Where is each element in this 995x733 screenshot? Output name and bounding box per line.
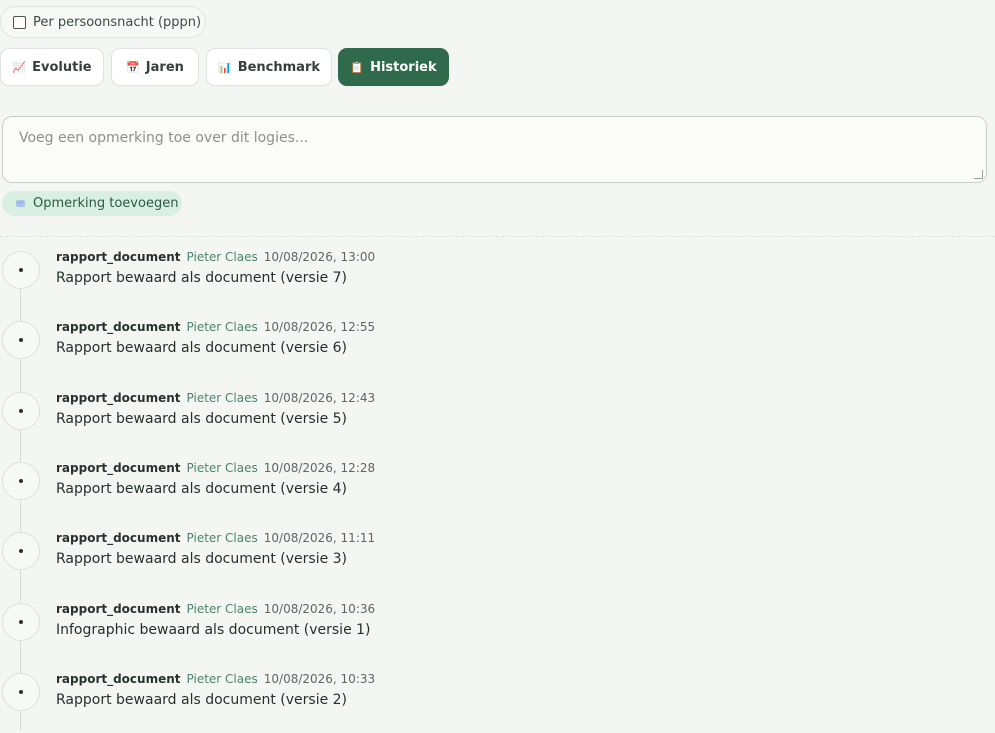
- timeline-dot-icon: [2, 251, 40, 289]
- entry-message: Infographic bewaard als document (versie…: [56, 622, 371, 638]
- entry-time: 10/08/2026, 12:55: [263, 320, 376, 334]
- tab-label: Historiek: [370, 59, 437, 75]
- entry-type: rapport_document: [56, 461, 181, 475]
- entry-type: rapport_document: [56, 250, 181, 264]
- pppn-checkbox[interactable]: [13, 15, 26, 29]
- comment-input[interactable]: Voeg een opmerking toe over dit logies..…: [2, 116, 987, 183]
- timeline-dot-icon: [2, 673, 40, 711]
- pppn-toggle[interactable]: Per persoonsnacht (pppn): [0, 6, 206, 38]
- history-entry: rapport_document Pieter Claes 10/08/2026, …: [0, 390, 995, 452]
- history-entry: rapport_document Pieter Claes 10/08/2026, …: [0, 671, 995, 733]
- chart-up-icon: 📈: [12, 60, 27, 74]
- entry-message: Rapport bewaard als document (versie 4): [56, 481, 348, 497]
- entry-message: Rapport bewaard als document (versie 7): [56, 270, 348, 286]
- timeline-dot-icon: [2, 462, 40, 500]
- entry-meta: rapport_document Pieter Claes 10/08/2026, …: [56, 530, 375, 546]
- entry-meta: rapport_document Pieter Claes 10/08/2026, …: [56, 390, 375, 406]
- history-entry: rapport_document Pieter Claes 10/08/2026, …: [0, 601, 995, 663]
- history-entry: rapport_document Pieter Claes 10/08/2026, …: [0, 530, 995, 592]
- bar-chart-icon: 📊: [217, 60, 232, 74]
- entry-user: Pieter Claes: [186, 531, 258, 545]
- tab-benchmark[interactable]: 📊 Benchmark: [206, 48, 332, 86]
- resize-handle[interactable]: [974, 170, 983, 179]
- entry-meta: rapport_document Pieter Claes 10/08/2026, …: [56, 601, 375, 617]
- entry-message: Rapport bewaard als document (versie 2): [56, 692, 348, 708]
- entry-message: Rapport bewaard als document (versie 5): [56, 411, 348, 427]
- entry-time: 10/08/2026, 12:28: [263, 461, 376, 475]
- entry-type: rapport_document: [56, 672, 181, 686]
- timeline-dot-icon: [2, 532, 40, 570]
- entry-type: rapport_document: [56, 320, 181, 334]
- history-entry: rapport_document Pieter Claes 10/08/2026, …: [0, 460, 995, 522]
- tab-historiek[interactable]: 📋 Historiek: [338, 48, 449, 86]
- entry-type: rapport_document: [56, 391, 181, 405]
- tab-label: Evolutie: [32, 59, 92, 75]
- entry-user: Pieter Claes: [186, 602, 258, 616]
- pppn-label: Per persoonsnacht (pppn): [33, 14, 202, 30]
- entry-time: 10/08/2026, 13:00: [263, 250, 376, 264]
- tab-evolutie[interactable]: 📈 Evolutie: [0, 48, 104, 86]
- entry-user: Pieter Claes: [186, 250, 258, 264]
- entry-user: Pieter Claes: [186, 672, 258, 686]
- clipboard-icon: 📋: [350, 60, 365, 74]
- add-comment-button[interactable]: ··· Opmerking toevoegen: [2, 191, 182, 216]
- entry-user: Pieter Claes: [186, 320, 258, 334]
- comment-placeholder: Voeg een opmerking toe over dit logies..…: [19, 130, 309, 146]
- timeline-dot-icon: [2, 321, 40, 359]
- entry-time: 10/08/2026, 12:43: [263, 391, 376, 405]
- entry-user: Pieter Claes: [186, 461, 258, 475]
- entry-time: 10/08/2026, 10:36: [263, 602, 376, 616]
- entry-meta: rapport_document Pieter Claes 10/08/2026, …: [56, 671, 375, 687]
- entry-meta: rapport_document Pieter Claes 10/08/2026, …: [56, 460, 375, 476]
- entry-meta: rapport_document Pieter Claes 10/08/2026, …: [56, 249, 375, 265]
- entry-message: Rapport bewaard als document (versie 6): [56, 340, 348, 356]
- add-comment-label: Opmerking toevoegen: [33, 196, 179, 211]
- entry-type: rapport_document: [56, 531, 181, 545]
- entry-meta: rapport_document Pieter Claes 10/08/2026, …: [56, 319, 375, 335]
- history-entry: rapport_document Pieter Claes 10/08/2026, …: [0, 319, 995, 381]
- divider: [0, 236, 995, 237]
- entry-message: Rapport bewaard als document (versie 3): [56, 551, 348, 567]
- tab-label: Benchmark: [237, 59, 321, 75]
- calendar-icon: 📅: [126, 60, 140, 74]
- entry-time: 10/08/2026, 11:11: [263, 531, 376, 545]
- entry-type: rapport_document: [56, 602, 181, 616]
- speech-bubble-icon: ···: [16, 199, 25, 207]
- entry-time: 10/08/2026, 10:33: [263, 672, 376, 686]
- timeline-dot-icon: [2, 392, 40, 430]
- tab-label: Jaren: [145, 59, 184, 75]
- tab-jaren[interactable]: 📅 Jaren: [111, 48, 199, 86]
- timeline-dot-icon: [2, 603, 40, 641]
- entry-user: Pieter Claes: [186, 391, 258, 405]
- history-entry: rapport_document Pieter Claes 10/08/2026, …: [0, 249, 995, 311]
